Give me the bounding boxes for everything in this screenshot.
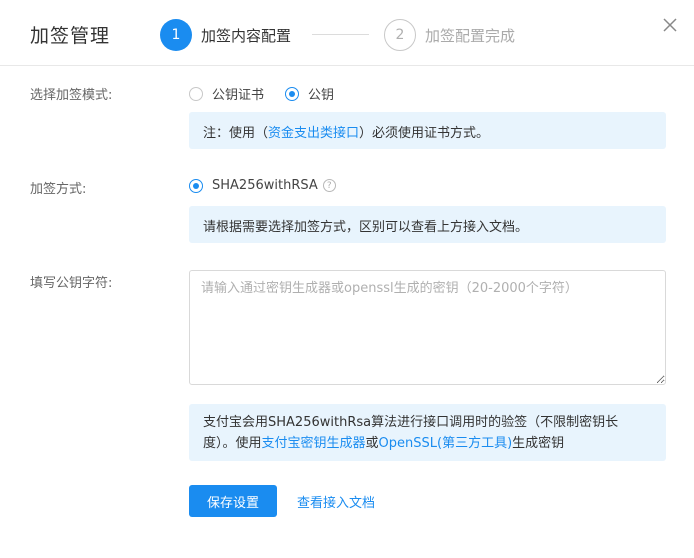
step-connector (312, 34, 369, 35)
step-1-label: 加签内容配置 (201, 26, 292, 45)
radio-sha256-label: SHA256withRSA (212, 178, 318, 193)
key-generator-link[interactable]: 支付宝密钥生成器 (262, 436, 366, 451)
note-line2-mid: 或 (365, 436, 379, 451)
step-1-number: 1 (160, 19, 192, 51)
mode-note-prefix: 注：使用（ (203, 126, 269, 141)
step-1: 1 加签内容配置 (160, 19, 291, 51)
public-key-note: 支付宝会用SHA256withRsa算法进行接口调用时的验签（不限制密钥长 度）… (189, 404, 666, 461)
radio-sha256[interactable]: SHA256withRSA ? (189, 178, 336, 193)
radio-key-mode[interactable]: 公钥 (285, 84, 334, 103)
note-line2-prefix: 度）。使用 (203, 436, 262, 451)
public-key-note-line2: 度）。使用支付宝密钥生成器或OpenSSL(第三方工具)生成密钥 (203, 433, 652, 454)
radio-cert-dot (189, 86, 203, 101)
public-key-input[interactable] (189, 270, 666, 385)
public-key-label: 填写公钥字符: (30, 276, 113, 291)
close-icon[interactable] (661, 16, 679, 34)
view-docs-link[interactable]: 查看接入文档 (297, 492, 375, 511)
save-settings-button[interactable]: 保存设置 (189, 485, 277, 517)
openssl-link[interactable]: OpenSSL(第三方工具) (379, 436, 513, 451)
step-2: 2 加签配置完成 (384, 19, 515, 51)
radio-sha256-dot (189, 178, 203, 193)
dialog-title: 加签管理 (30, 25, 111, 47)
step-2-number: 2 (384, 19, 416, 51)
mode-note-suffix: ）必须使用证书方式。 (359, 126, 490, 141)
public-key-note-line1: 支付宝会用SHA256withRsa算法进行接口调用时的验签（不限制密钥长 (203, 415, 619, 430)
radio-cert-mode[interactable]: 公钥证书 (189, 84, 264, 103)
dialog-header: 加签管理 1 加签内容配置 2 加签配置完成 (0, 0, 694, 66)
mode-label: 选择加签模式: (30, 88, 113, 103)
method-label: 加签方式: (30, 182, 87, 197)
note-line2-suffix: 生成密钥 (512, 436, 565, 451)
radio-cert-label: 公钥证书 (212, 88, 265, 103)
method-note: 请根据需要选择加签方式，区别可以查看上方接入文档。 (189, 206, 666, 243)
radio-key-dot (285, 86, 299, 101)
question-circle-icon[interactable]: ? (322, 179, 336, 192)
fund-api-link[interactable]: 资金支出类接口 (268, 126, 359, 141)
radio-key-label: 公钥 (308, 88, 335, 103)
mode-note: 注：使用（资金支出类接口）必须使用证书方式。 (189, 112, 666, 149)
step-2-label: 加签配置完成 (425, 26, 516, 45)
